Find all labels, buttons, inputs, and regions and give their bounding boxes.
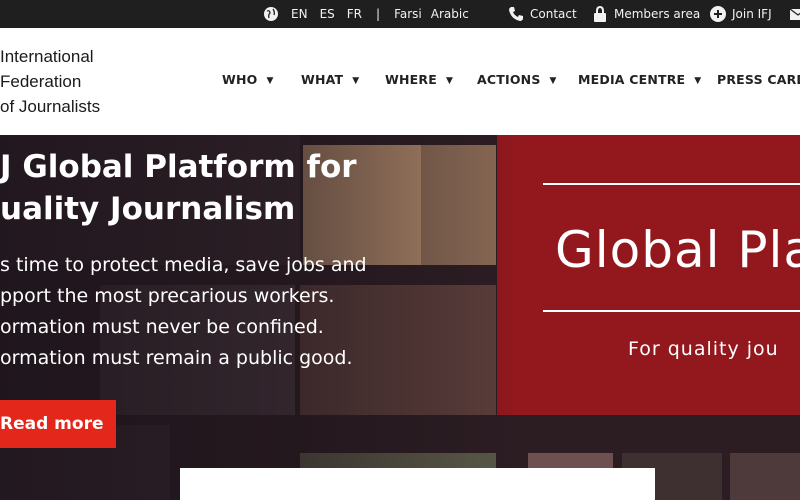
banner-divider-top bbox=[543, 183, 800, 185]
nav-media-centre-label: MEDIA CENTRE bbox=[578, 72, 686, 87]
photo-tile bbox=[730, 453, 800, 500]
nav-press-card-label: PRESS CARD bbox=[717, 72, 800, 87]
lang-fr[interactable]: FR bbox=[347, 7, 362, 21]
language-switcher: EN ES FR | Farsi Arabic bbox=[263, 0, 469, 28]
caret-down-icon: ▼ bbox=[352, 76, 360, 86]
nav-where[interactable]: WHERE ▼ bbox=[385, 72, 453, 87]
mail-link[interactable] bbox=[790, 0, 800, 28]
nav-where-label: WHERE bbox=[385, 72, 437, 87]
nav-what-label: WHAT bbox=[301, 72, 344, 87]
caret-down-icon: ▼ bbox=[266, 76, 274, 86]
lang-arabic[interactable]: Arabic bbox=[431, 7, 469, 21]
site-logo[interactable]: International Federation of Journalists bbox=[0, 44, 100, 119]
banner-title: Global Pla bbox=[555, 221, 800, 279]
logo-line-2: Federation bbox=[0, 72, 82, 91]
hero-title: J Global Platform for uality Journalism bbox=[0, 146, 357, 230]
lang-es[interactable]: ES bbox=[320, 7, 335, 21]
plus-circle-icon bbox=[710, 6, 726, 22]
members-area-link[interactable]: Members area bbox=[592, 0, 700, 28]
hero-text-line-2: pport the most precarious workers. bbox=[0, 285, 335, 307]
nav-actions-label: ACTIONS bbox=[477, 72, 541, 87]
hero-title-line-1: J Global Platform for bbox=[0, 149, 357, 185]
nav-media-centre[interactable]: MEDIA CENTRE ▼ bbox=[578, 72, 701, 87]
hero-text-line-3: ormation must never be confined. bbox=[0, 316, 324, 338]
join-label: Join IFJ bbox=[732, 7, 772, 21]
logo-line-1: International bbox=[0, 47, 94, 66]
hero-text-line-1: s time to protect media, save jobs and bbox=[0, 254, 367, 276]
content-panel bbox=[180, 468, 655, 500]
phone-icon bbox=[509, 7, 523, 21]
globe-icon bbox=[264, 7, 278, 21]
contact-link[interactable]: Contact bbox=[508, 0, 577, 28]
read-more-button[interactable]: Read more bbox=[0, 400, 116, 448]
nav-what[interactable]: WHAT ▼ bbox=[301, 72, 359, 87]
join-ifj-link[interactable]: Join IFJ bbox=[710, 0, 772, 28]
nav-who-label: WHO bbox=[222, 72, 258, 87]
envelope-icon bbox=[790, 8, 800, 20]
logo-line-3: of Journalists bbox=[0, 97, 101, 116]
hero-description: s time to protect media, save jobs and p… bbox=[0, 250, 367, 374]
contact-label: Contact bbox=[530, 7, 577, 21]
hero-title-line-2: uality Journalism bbox=[0, 191, 296, 227]
nav-press-card[interactable]: PRESS CARD bbox=[717, 72, 800, 87]
top-utility-bar: EN ES FR | Farsi Arabic Contact Members … bbox=[0, 0, 800, 28]
banner-divider-bottom bbox=[543, 310, 800, 312]
banner-subtitle: For quality jou bbox=[628, 338, 779, 360]
lang-farsi[interactable]: Farsi bbox=[394, 7, 422, 21]
members-label: Members area bbox=[614, 7, 701, 21]
nav-actions[interactable]: ACTIONS ▼ bbox=[477, 72, 557, 87]
caret-down-icon: ▼ bbox=[549, 76, 557, 86]
hero-text-line-4: ormation must remain a public good. bbox=[0, 347, 353, 369]
lock-icon bbox=[594, 6, 606, 22]
lang-separator: | bbox=[376, 7, 381, 21]
nav-who[interactable]: WHO ▼ bbox=[222, 72, 274, 87]
caret-down-icon: ▼ bbox=[694, 76, 702, 86]
lang-en[interactable]: EN bbox=[291, 7, 308, 21]
caret-down-icon: ▼ bbox=[445, 76, 454, 86]
